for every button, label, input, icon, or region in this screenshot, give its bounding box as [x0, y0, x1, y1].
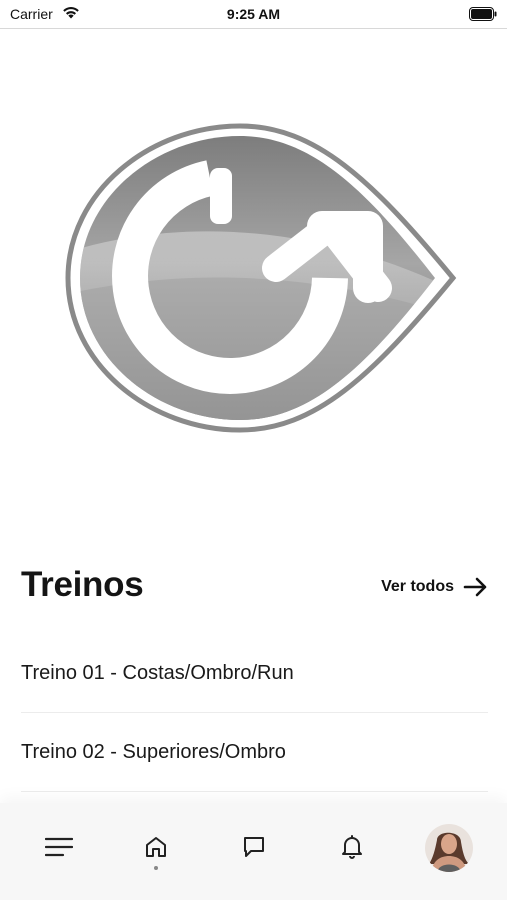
workout-label: Treino 02 - Superiores/Ombro: [21, 740, 286, 763]
home-icon: [146, 837, 166, 857]
tab-home[interactable]: [142, 833, 170, 870]
tab-menu[interactable]: [45, 833, 73, 861]
workout-label: Treino 01 - Costas/Ombro/Run: [21, 661, 294, 684]
chat-icon: [244, 837, 264, 857]
see-all-button[interactable]: Ver todos: [381, 577, 489, 597]
see-all-label: Ver todos: [381, 578, 454, 595]
bell-icon: [342, 835, 362, 859]
status-bar: Carrier 9:25 AM: [0, 0, 507, 29]
section-title: Treinos: [21, 565, 144, 604]
clock: 9:25 AM: [226, 6, 281, 22]
menu-icon: [45, 837, 73, 857]
arrow-right-icon: [463, 577, 487, 597]
app-logo: [65, 123, 457, 433]
battery-icon: [469, 7, 497, 21]
avatar-photo: [425, 824, 473, 872]
avatar[interactable]: [425, 824, 473, 872]
list-item[interactable]: Treino 01 - Costas/Ombro/Run: [21, 634, 488, 713]
tab-bar: [0, 803, 507, 900]
list-item[interactable]: Treino 02 - Superiores/Ombro: [21, 713, 488, 792]
tab-notifications[interactable]: [338, 833, 366, 861]
workout-list: Treino 01 - Costas/Ombro/Run Treino 02 -…: [21, 634, 488, 792]
tab-chat[interactable]: [240, 833, 268, 861]
active-tab-indicator: [154, 866, 158, 870]
